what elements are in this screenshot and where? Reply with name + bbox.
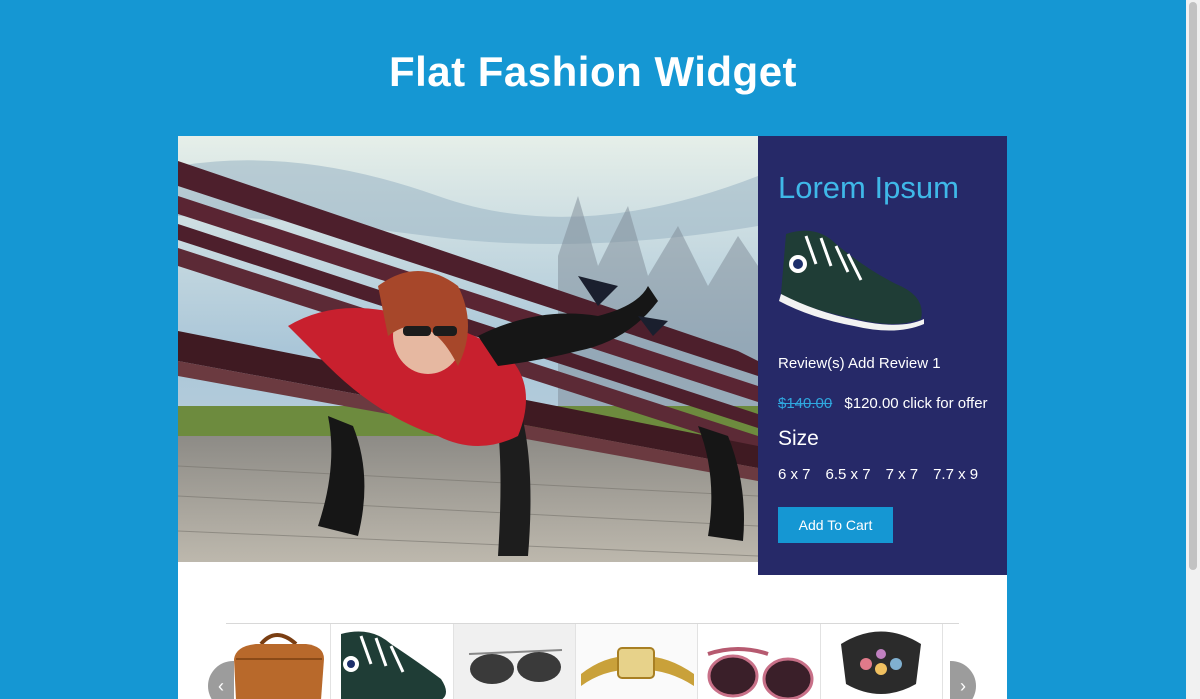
product-image [776,224,926,337]
carousel-item-pink-sunglasses[interactable] [698,624,821,699]
scrollbar[interactable] [1186,0,1200,699]
carousel-item-sunglasses[interactable] [454,624,576,699]
carousel-item-sneaker[interactable] [331,624,454,699]
page-title: Flat Fashion Widget [388,48,798,95]
size-option[interactable]: 7 x 7 [886,466,919,483]
size-options: 6 x 7 6.5 x 7 7 x 7 7.7 x 9 [778,466,978,483]
fashion-widget: Lorem Ipsum Review(s) Add Review 1 $140.… [178,136,1007,699]
reviews-text: Review(s) Add Review 1 [778,355,941,372]
hero-image [178,136,758,562]
size-option[interactable]: 6.5 x 7 [826,466,871,483]
carousel-item-watch[interactable] [576,624,698,699]
size-heading: Size [778,427,819,450]
product-panel: Lorem Ipsum Review(s) Add Review 1 $140.… [758,136,1007,575]
chevron-left-icon[interactable]: ‹ [208,661,234,699]
carousel-item-handbag[interactable] [226,624,331,699]
size-option[interactable]: 6 x 7 [778,466,811,483]
add-to-cart-button[interactable]: Add To Cart [778,507,893,543]
chevron-right-icon[interactable]: › [950,661,976,699]
old-price: $140.00 [778,395,833,412]
product-title: Lorem Ipsum [778,170,959,205]
offer-price[interactable]: $120.00 click for offer [844,395,987,412]
price-row: $140.00 $120.00 click for offer [778,395,988,412]
product-carousel [226,623,959,699]
size-option[interactable]: 7.7 x 9 [933,466,978,483]
carousel-item-makeup-kit[interactable] [821,624,943,699]
scrollbar-thumb[interactable] [1189,2,1197,570]
